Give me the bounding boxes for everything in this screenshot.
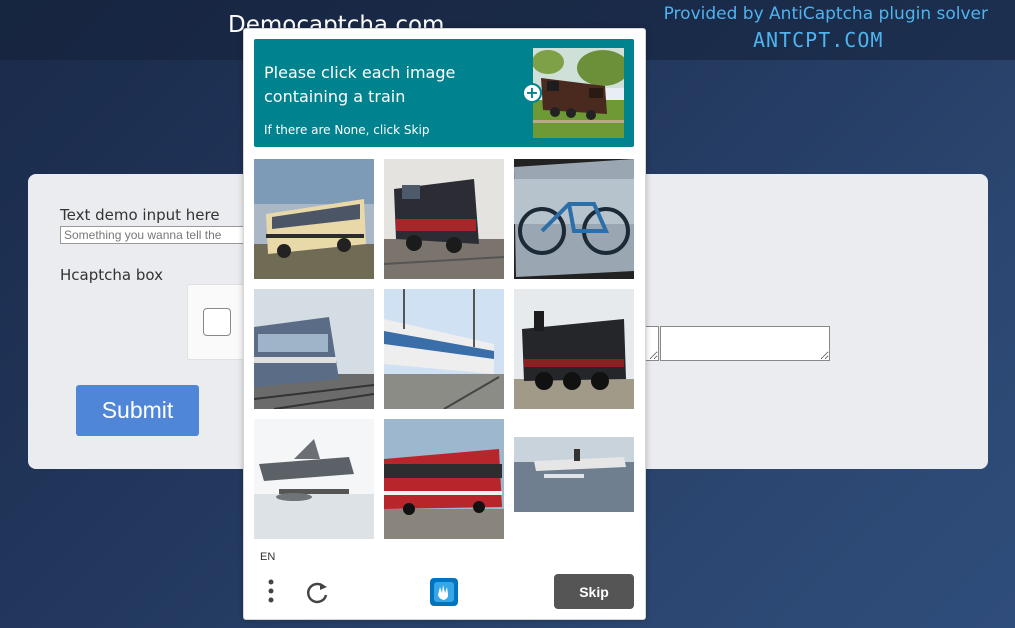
prompt-title: Please click each image containing a tra… <box>264 63 456 106</box>
tile-3[interactable] <box>514 159 634 279</box>
hcaptcha-challenge: Please click each image containing a tra… <box>243 28 646 620</box>
tile-9[interactable] <box>514 419 634 539</box>
hcaptcha-label: Hcaptcha box <box>60 266 163 284</box>
hcaptcha-logo-icon <box>426 574 462 610</box>
response-textarea[interactable] <box>660 326 830 361</box>
tile-4[interactable] <box>254 289 374 409</box>
tile-5[interactable] <box>384 289 504 409</box>
text-input-label: Text demo input here <box>60 206 220 224</box>
add-icon[interactable]: + <box>522 83 542 103</box>
tile-7[interactable] <box>254 419 374 539</box>
challenge-prompt: Please click each image containing a tra… <box>254 39 634 147</box>
tile-8[interactable] <box>384 419 504 539</box>
hcaptcha-checkbox[interactable] <box>203 308 231 336</box>
refresh-icon[interactable] <box>302 577 332 607</box>
example-image[interactable] <box>533 48 624 138</box>
language-selector[interactable]: EN <box>260 551 275 563</box>
antcpt-link[interactable]: ANTCPT.COM <box>753 28 883 52</box>
tile-2[interactable] <box>384 159 504 279</box>
menu-icon[interactable] <box>264 577 278 607</box>
skip-button[interactable]: Skip <box>554 574 634 609</box>
tile-1[interactable] <box>254 159 374 279</box>
prompt-subtitle: If there are None, click Skip <box>264 123 430 137</box>
submit-button[interactable]: Submit <box>76 385 199 436</box>
tile-6[interactable] <box>514 289 634 409</box>
provided-by-text: Provided by AntiCaptcha plugin solver <box>663 4 988 24</box>
text-demo-input[interactable] <box>60 226 260 244</box>
